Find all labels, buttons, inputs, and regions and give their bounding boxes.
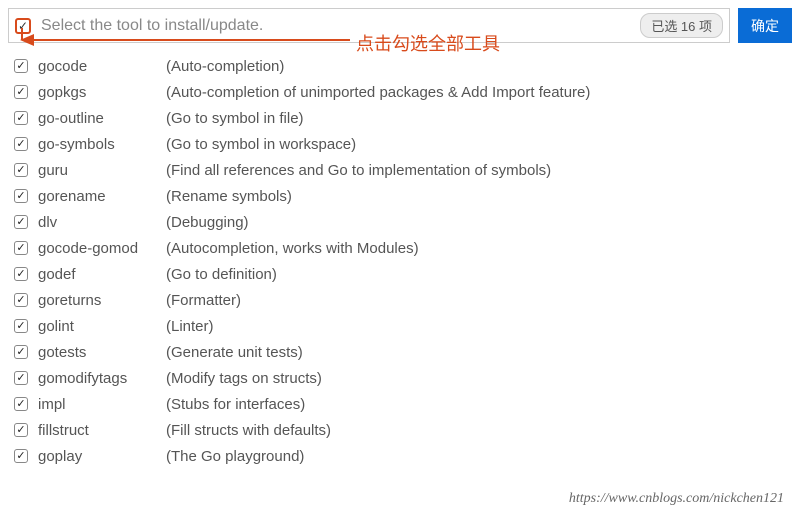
select-all-checkbox[interactable] (15, 18, 31, 34)
tool-name: golint (38, 318, 156, 335)
tool-desc: (Modify tags on structs) (166, 370, 322, 387)
tool-row: goplay (The Go playground) (14, 443, 790, 469)
tool-desc: (Auto-completion) (166, 58, 284, 75)
tool-checkbox[interactable] (14, 345, 28, 359)
tool-desc: (Go to symbol in file) (166, 110, 304, 127)
tool-checkbox[interactable] (14, 371, 28, 385)
tool-checkbox[interactable] (14, 137, 28, 151)
tool-checkbox[interactable] (14, 423, 28, 437)
tool-checkbox[interactable] (14, 85, 28, 99)
tool-name: gopkgs (38, 84, 156, 101)
tool-name: gorename (38, 188, 156, 205)
tool-desc: (Debugging) (166, 214, 249, 231)
tool-desc: (The Go playground) (166, 448, 304, 465)
tool-checkbox[interactable] (14, 241, 28, 255)
tool-name: gocode-gomod (38, 240, 156, 257)
tool-name: godef (38, 266, 156, 283)
tool-name: impl (38, 396, 156, 413)
tool-name: goplay (38, 448, 156, 465)
tool-desc: (Auto-completion of unimported packages … (166, 84, 590, 101)
tool-row: goreturns (Formatter) (14, 287, 790, 313)
tool-checkbox[interactable] (14, 59, 28, 73)
tool-name: gomodifytags (38, 370, 156, 387)
watermark: https://www.cnblogs.com/nickchen121 (569, 491, 784, 507)
tool-checkbox[interactable] (14, 215, 28, 229)
tool-checkbox[interactable] (14, 397, 28, 411)
tool-row: gotests (Generate unit tests) (14, 339, 790, 365)
tool-row: guru (Find all references and Go to imple… (14, 157, 790, 183)
tool-row: impl (Stubs for interfaces) (14, 391, 790, 417)
tool-row: fillstruct (Fill structs with defaults) (14, 417, 790, 443)
tool-desc: (Formatter) (166, 292, 241, 309)
tool-name: fillstruct (38, 422, 156, 439)
tool-checkbox[interactable] (14, 111, 28, 125)
tool-row: dlv (Debugging) (14, 209, 790, 235)
tool-desc: (Linter) (166, 318, 214, 335)
tool-row: gorename (Rename symbols) (14, 183, 790, 209)
tool-desc: (Find all references and Go to implement… (166, 162, 551, 179)
tool-name: gotests (38, 344, 156, 361)
tool-desc: (Rename symbols) (166, 188, 292, 205)
header-bar: Select the tool to install/update. 已选 16… (8, 8, 730, 43)
tool-name: go-outline (38, 110, 156, 127)
tool-name: dlv (38, 214, 156, 231)
tool-row: gomodifytags (Modify tags on structs) (14, 365, 790, 391)
tool-name: go-symbols (38, 136, 156, 153)
tool-checkbox[interactable] (14, 293, 28, 307)
selected-count-badge: 已选 16 项 (640, 13, 723, 38)
tool-name: goreturns (38, 292, 156, 309)
tool-row: godef (Go to definition) (14, 261, 790, 287)
tool-checkbox[interactable] (14, 449, 28, 463)
tool-row: gopkgs (Auto-completion of unimported pac… (14, 79, 790, 105)
tool-checkbox[interactable] (14, 267, 28, 281)
tool-row: golint (Linter) (14, 313, 790, 339)
tool-desc: (Fill structs with defaults) (166, 422, 331, 439)
tool-desc: (Autocompletion, works with Modules) (166, 240, 419, 257)
tool-desc: (Go to symbol in workspace) (166, 136, 356, 153)
tool-name: gocode (38, 58, 156, 75)
tool-list: gocode (Auto-completion) gopkgs (Auto-compl… (0, 49, 800, 469)
header-title: Select the tool to install/update. (37, 17, 634, 35)
tool-checkbox[interactable] (14, 189, 28, 203)
tool-row: go-symbols (Go to symbol in workspace) (14, 131, 790, 157)
tool-desc: (Go to definition) (166, 266, 277, 283)
tool-checkbox[interactable] (14, 163, 28, 177)
tool-row: gocode-gomod (Autocompletion, works with … (14, 235, 790, 261)
tool-row: gocode (Auto-completion) (14, 53, 790, 79)
tool-desc: (Generate unit tests) (166, 344, 303, 361)
confirm-button[interactable]: 确定 (738, 8, 792, 43)
tool-name: guru (38, 162, 156, 179)
tool-row: go-outline (Go to symbol in file) (14, 105, 790, 131)
tool-desc: (Stubs for interfaces) (166, 396, 305, 413)
tool-checkbox[interactable] (14, 319, 28, 333)
